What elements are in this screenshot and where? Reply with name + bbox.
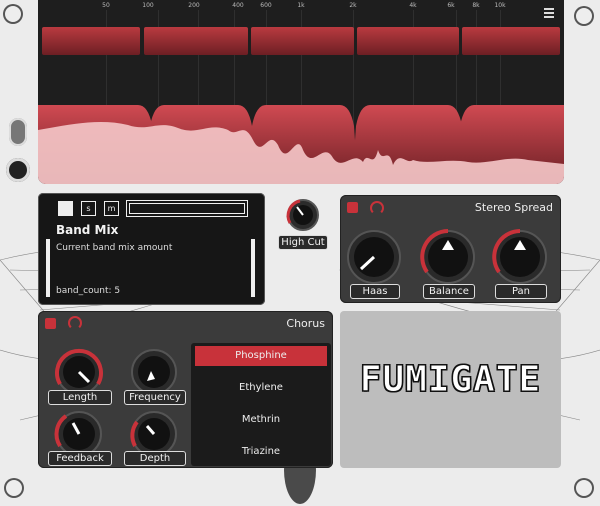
chorus-title: Chorus [286,317,325,330]
logo-panel: FUMIGATE [340,311,561,468]
corner-screw-tl [3,4,23,24]
chorus-preset-list: Phosphine Ethylene Methrin Triazine [191,343,331,466]
depth-label: Depth [124,451,186,466]
side-knob-top[interactable] [9,118,27,146]
corner-screw-br [574,478,594,498]
fumigate-logo: FUMIGATE [359,359,542,401]
pan-knob[interactable] [490,227,550,287]
band-count: band_count: 5 [56,286,121,296]
feedback-label: Feedback [48,451,112,466]
menu-icon[interactable] [544,8,554,22]
haas-label: Haas [350,284,400,299]
high-cut-label: High Cut [278,235,328,250]
band-solo-toggle[interactable] [58,201,73,216]
haas-knob[interactable] [344,227,404,287]
right-level-bar [251,239,255,297]
band-mix-title: Band Mix [56,223,119,237]
band-mix-panel: s m Band Mix Current band mix amount ban… [38,193,265,305]
balance-label: Balance [423,284,475,299]
power-arc-icon[interactable] [370,201,384,215]
frequency-label: Frequency [124,390,186,405]
left-level-bar [46,239,50,297]
length-label: Length [48,390,112,405]
preset-methrin[interactable]: Methrin [191,414,331,425]
preset-triazine[interactable]: Triazine [191,446,331,457]
pan-label: Pan [495,284,547,299]
spectrum-analyzer[interactable]: 50 100 200 400 600 1k 2k 4k 6k 8k 10k [38,0,564,184]
corner-screw-tr [574,6,594,26]
corner-screw-bl [4,478,24,498]
power-arc-icon[interactable] [68,316,82,330]
band-mix-slider[interactable] [126,200,248,217]
preset-phosphine[interactable]: Phosphine [191,350,331,361]
chorus-bypass-button[interactable] [45,318,56,329]
spectrum-graph [38,105,564,184]
solo-button[interactable]: s [81,201,96,216]
side-knob-bottom[interactable] [6,158,30,182]
band-mix-description: Current band mix amount [56,243,173,253]
high-cut-knob[interactable] [280,198,326,234]
stereo-spread-bypass-button[interactable] [347,202,358,213]
mute-button[interactable]: m [104,201,119,216]
high-cut-control: High Cut [278,198,328,250]
preset-ethylene[interactable]: Ethylene [191,382,331,393]
balance-knob[interactable] [418,227,478,287]
stereo-spread-panel: Stereo Spread Haas Balance Pan [340,195,561,303]
chorus-panel: Chorus Length Frequency Feedback Depth P… [38,311,333,468]
stereo-spread-title: Stereo Spread [474,201,553,214]
